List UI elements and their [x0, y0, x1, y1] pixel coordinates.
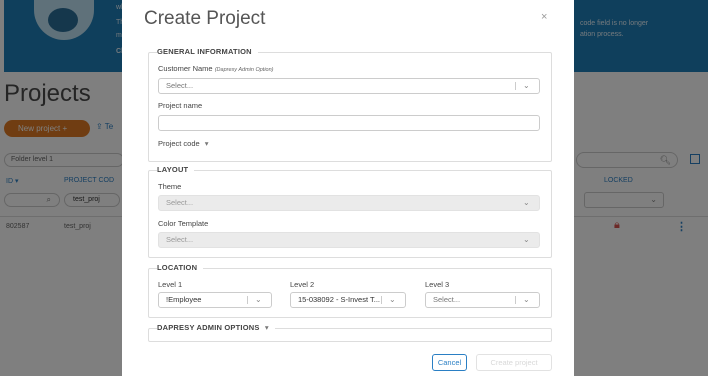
customer-name-label: Customer Name (Dapresy Admin Option)	[158, 64, 274, 73]
customer-name-select[interactable]: Select... ⌄	[158, 78, 540, 94]
cancel-button[interactable]: Cancel	[432, 354, 467, 371]
customer-name-placeholder: Select...	[166, 81, 194, 90]
admin-option-note: (Dapresy Admin Option)	[214, 67, 274, 73]
chevron-down-icon: ⌄	[389, 295, 396, 304]
theme-select[interactable]: Select... ⌄	[158, 195, 540, 211]
create-project-dialog: Create Project × GENERAL INFORMATION Cus…	[122, 0, 574, 376]
color-template-placeholder: Select...	[166, 235, 194, 244]
customer-name-label-text: Customer Name	[158, 64, 213, 73]
select-separator	[247, 296, 248, 304]
admin-options-toggle[interactable]: DAPRESY ADMIN OPTIONS ▾	[157, 323, 275, 332]
color-template-label: Color Template	[158, 219, 209, 228]
chevron-down-icon: ⌄	[255, 295, 262, 304]
section-legend: LOCATION	[157, 263, 204, 272]
close-icon[interactable]: ×	[541, 11, 547, 23]
level-2-value: 15-038092 - S-Invest T...	[298, 295, 380, 304]
admin-options-section[interactable]: DAPRESY ADMIN OPTIONS ▾	[148, 323, 552, 342]
select-separator	[515, 82, 516, 90]
level-1-select[interactable]: !Employee ⌄	[158, 292, 272, 308]
chevron-down-icon: ⌄	[523, 198, 530, 207]
project-code-toggle[interactable]: Project code ▾	[158, 139, 209, 148]
chevron-down-icon: ⌄	[523, 81, 530, 90]
select-separator	[515, 296, 516, 304]
section-legend: LAYOUT	[157, 165, 195, 174]
caret-down-icon: ▾	[204, 139, 209, 148]
level-2-select[interactable]: 15-038092 - S-Invest T... ⌄	[290, 292, 406, 308]
chevron-down-icon: ⌄	[523, 235, 530, 244]
project-name-label: Project name	[158, 101, 203, 110]
level-1-label: Level 1	[158, 280, 183, 289]
dialog-title: Create Project	[144, 8, 266, 29]
select-separator	[381, 296, 382, 304]
chevron-down-icon: ⌄	[523, 295, 530, 304]
admin-options-legend: DAPRESY ADMIN OPTIONS	[157, 323, 260, 332]
level-3-label: Level 3	[425, 280, 450, 289]
project-code-label: Project code	[158, 139, 200, 148]
project-name-input[interactable]	[158, 115, 540, 131]
create-project-button[interactable]: Create project	[476, 354, 552, 371]
level-2-label: Level 2	[290, 280, 315, 289]
level-3-select[interactable]: Select... ⌄	[425, 292, 540, 308]
location-section: LOCATION Level 1 !Employee ⌄ Level 2 15-…	[148, 263, 552, 318]
level-1-value: !Employee	[166, 295, 202, 304]
theme-label: Theme	[158, 182, 182, 191]
caret-down-icon: ▾	[264, 323, 269, 332]
general-information-section: GENERAL INFORMATION Customer Name (Dapre…	[148, 47, 552, 162]
theme-placeholder: Select...	[166, 198, 194, 207]
color-template-select[interactable]: Select... ⌄	[158, 232, 540, 248]
section-legend: GENERAL INFORMATION	[157, 47, 258, 56]
level-3-placeholder: Select...	[433, 295, 461, 304]
layout-section: LAYOUT Theme Select... ⌄ Color Template …	[148, 165, 552, 258]
